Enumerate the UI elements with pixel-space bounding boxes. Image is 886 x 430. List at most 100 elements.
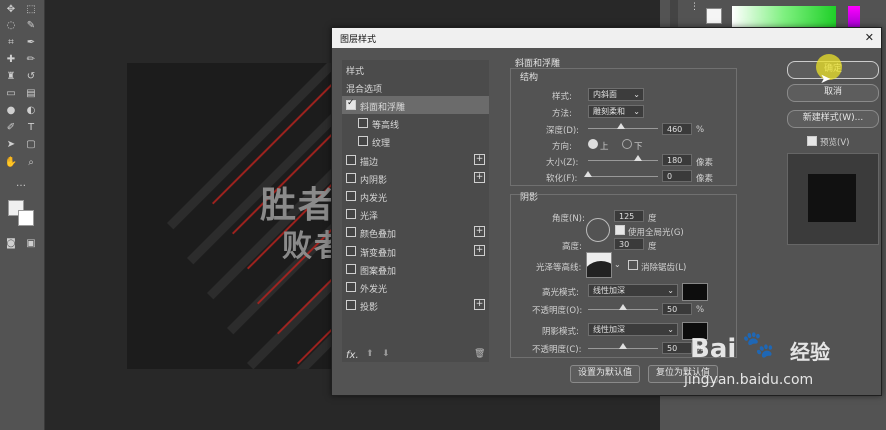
style-item[interactable]: 斜面和浮雕 xyxy=(342,96,489,114)
radio-down[interactable] xyxy=(622,139,632,149)
move-down-icon[interactable]: ⬇ xyxy=(382,349,390,359)
style-checkbox[interactable] xyxy=(346,191,356,201)
soften-input[interactable]: 0 xyxy=(662,170,692,182)
style-list-header[interactable]: 样式 xyxy=(342,60,489,78)
preview-checkbox[interactable] xyxy=(807,136,817,146)
tools-panel: ✥ ⬚ ◌ ✎ ⌗ ✒ ✚ ✏ ♜ ↺ ▭ ▤ ● ◐ ✐ T ➤ ▢ ✋ ⌕ … xyxy=(0,0,45,430)
stamp-tool-icon[interactable]: ♜ xyxy=(4,71,18,83)
hue-strip[interactable] xyxy=(848,6,860,28)
panel-collapse-icon[interactable]: ⋮ xyxy=(690,2,699,12)
style-checkbox[interactable] xyxy=(346,209,356,220)
color-spectrum[interactable] xyxy=(732,6,836,28)
hand-tool-icon[interactable]: ✋ xyxy=(4,157,18,169)
quick-select-icon[interactable]: ✎ xyxy=(24,20,38,32)
highlight-mode-select[interactable]: 线性加深 ⌄ xyxy=(588,284,678,297)
blend-options-item[interactable]: 混合选项 xyxy=(342,78,489,96)
brush-tool-icon[interactable]: ✏ xyxy=(24,54,38,66)
add-icon[interactable]: + xyxy=(474,171,485,183)
trash-icon[interactable]: 🗑 xyxy=(474,349,485,359)
dialog-titlebar[interactable]: 图层样式 ✕ xyxy=(332,28,881,48)
add-icon[interactable]: + xyxy=(474,153,485,165)
healing-brush-icon[interactable]: ✚ xyxy=(4,54,18,66)
style-checkbox[interactable] xyxy=(358,136,368,147)
style-checkbox[interactable] xyxy=(346,300,356,311)
fx-icon[interactable]: fx. xyxy=(346,350,359,361)
soften-slider-knob[interactable] xyxy=(584,171,592,177)
shadow-mode-select[interactable]: 线性加深 ⌄ xyxy=(588,323,678,336)
add-icon[interactable]: + xyxy=(474,244,485,256)
gloss-contour-picker[interactable] xyxy=(586,252,612,278)
move-tool-icon[interactable]: ✥ xyxy=(4,4,18,16)
dodge-tool-icon[interactable]: ◐ xyxy=(24,105,38,117)
crop-tool-icon[interactable]: ⌗ xyxy=(4,37,18,49)
marquee-tool-icon[interactable]: ⬚ xyxy=(24,4,38,16)
chevron-down-icon[interactable]: ⌄ xyxy=(614,260,621,269)
style-checkbox[interactable] xyxy=(346,282,356,292)
style-checkbox[interactable] xyxy=(346,227,356,238)
move-up-icon[interactable]: ⬆ xyxy=(366,349,374,359)
style-item[interactable]: 投影 + xyxy=(342,296,489,314)
bevel-style-select[interactable]: 内斜面 ⌄ xyxy=(588,88,644,101)
blur-tool-icon[interactable]: ● xyxy=(4,105,18,117)
angle-dial[interactable] xyxy=(586,218,610,242)
screen-mode-icon[interactable]: ▣ xyxy=(24,238,38,250)
size-input[interactable]: 180 xyxy=(662,154,692,166)
depth-slider-knob[interactable] xyxy=(617,123,625,129)
style-item[interactable]: 纹理 xyxy=(342,132,489,150)
close-icon[interactable]: ✕ xyxy=(865,31,874,44)
antialias-checkbox[interactable] xyxy=(628,260,638,270)
highlight-opacity-input[interactable]: 50 xyxy=(662,303,692,315)
style-item[interactable]: 等高线 xyxy=(342,114,489,132)
cancel-button[interactable]: 取消 xyxy=(787,84,879,102)
depth-input[interactable]: 460 xyxy=(662,123,692,135)
shape-tool-icon[interactable]: ▢ xyxy=(24,139,38,151)
color-fg-swatch[interactable] xyxy=(706,8,722,24)
path-select-icon[interactable]: ➤ xyxy=(4,139,18,151)
shadow-opacity-knob[interactable] xyxy=(619,343,627,349)
style-checkbox[interactable] xyxy=(346,245,356,256)
size-slider[interactable] xyxy=(588,160,658,161)
radio-up[interactable] xyxy=(588,139,598,149)
style-checkbox[interactable] xyxy=(358,118,368,129)
new-style-button[interactable]: 新建样式(W)... xyxy=(787,110,879,128)
technique-select[interactable]: 雕刻柔和 ⌄ xyxy=(588,105,644,118)
add-icon[interactable]: + xyxy=(474,226,485,238)
global-light-checkbox[interactable] xyxy=(615,225,625,235)
style-item[interactable]: 内发光 xyxy=(342,187,489,205)
style-item[interactable]: 光泽 xyxy=(342,205,489,223)
dialog-title: 图层样式 xyxy=(340,35,377,45)
type-tool-icon[interactable]: T xyxy=(24,122,38,134)
highlight-color-swatch[interactable] xyxy=(682,283,708,301)
chevron-down-icon: ⌄ xyxy=(667,325,674,334)
pen-tool-icon[interactable]: ✐ xyxy=(4,122,18,134)
style-item[interactable]: 内阴影 + xyxy=(342,169,489,187)
style-item[interactable]: 渐变叠加 + xyxy=(342,242,489,260)
style-checkbox[interactable] xyxy=(346,154,356,165)
style-item[interactable]: 图案叠加 xyxy=(342,260,489,278)
style-checkbox[interactable] xyxy=(346,263,356,274)
zoom-tool-icon[interactable]: ⌕ xyxy=(24,157,38,169)
style-checkbox[interactable] xyxy=(346,98,356,110)
technique-label: 方法: xyxy=(552,109,572,119)
style-item[interactable]: 描边 + xyxy=(342,151,489,169)
chevron-down-icon: ⌄ xyxy=(633,90,640,99)
size-slider-knob[interactable] xyxy=(634,155,642,161)
make-default-button[interactable]: 设置为默认值 xyxy=(570,365,640,383)
history-brush-icon[interactable]: ↺ xyxy=(24,71,38,83)
shadow-mode-value: 线性加深 xyxy=(593,325,625,334)
gradient-tool-icon[interactable]: ▤ xyxy=(24,88,38,100)
style-checkbox[interactable] xyxy=(346,172,356,183)
background-color-swatch[interactable] xyxy=(18,210,34,226)
angle-input[interactable]: 125 xyxy=(614,210,644,222)
quick-mask-icon[interactable]: ◙ xyxy=(4,238,18,250)
style-item[interactable]: 颜色叠加 + xyxy=(342,223,489,241)
eraser-tool-icon[interactable]: ▭ xyxy=(4,88,18,100)
more-tools-icon[interactable]: … xyxy=(14,178,28,190)
altitude-input[interactable]: 30 xyxy=(614,238,644,250)
add-icon[interactable]: + xyxy=(474,299,485,311)
highlight-opacity-knob[interactable] xyxy=(619,304,627,310)
style-item[interactable]: 外发光 xyxy=(342,278,489,296)
lasso-tool-icon[interactable]: ◌ xyxy=(4,20,18,32)
eyedropper-icon[interactable]: ✒ xyxy=(24,37,38,49)
soften-slider[interactable] xyxy=(588,176,658,177)
